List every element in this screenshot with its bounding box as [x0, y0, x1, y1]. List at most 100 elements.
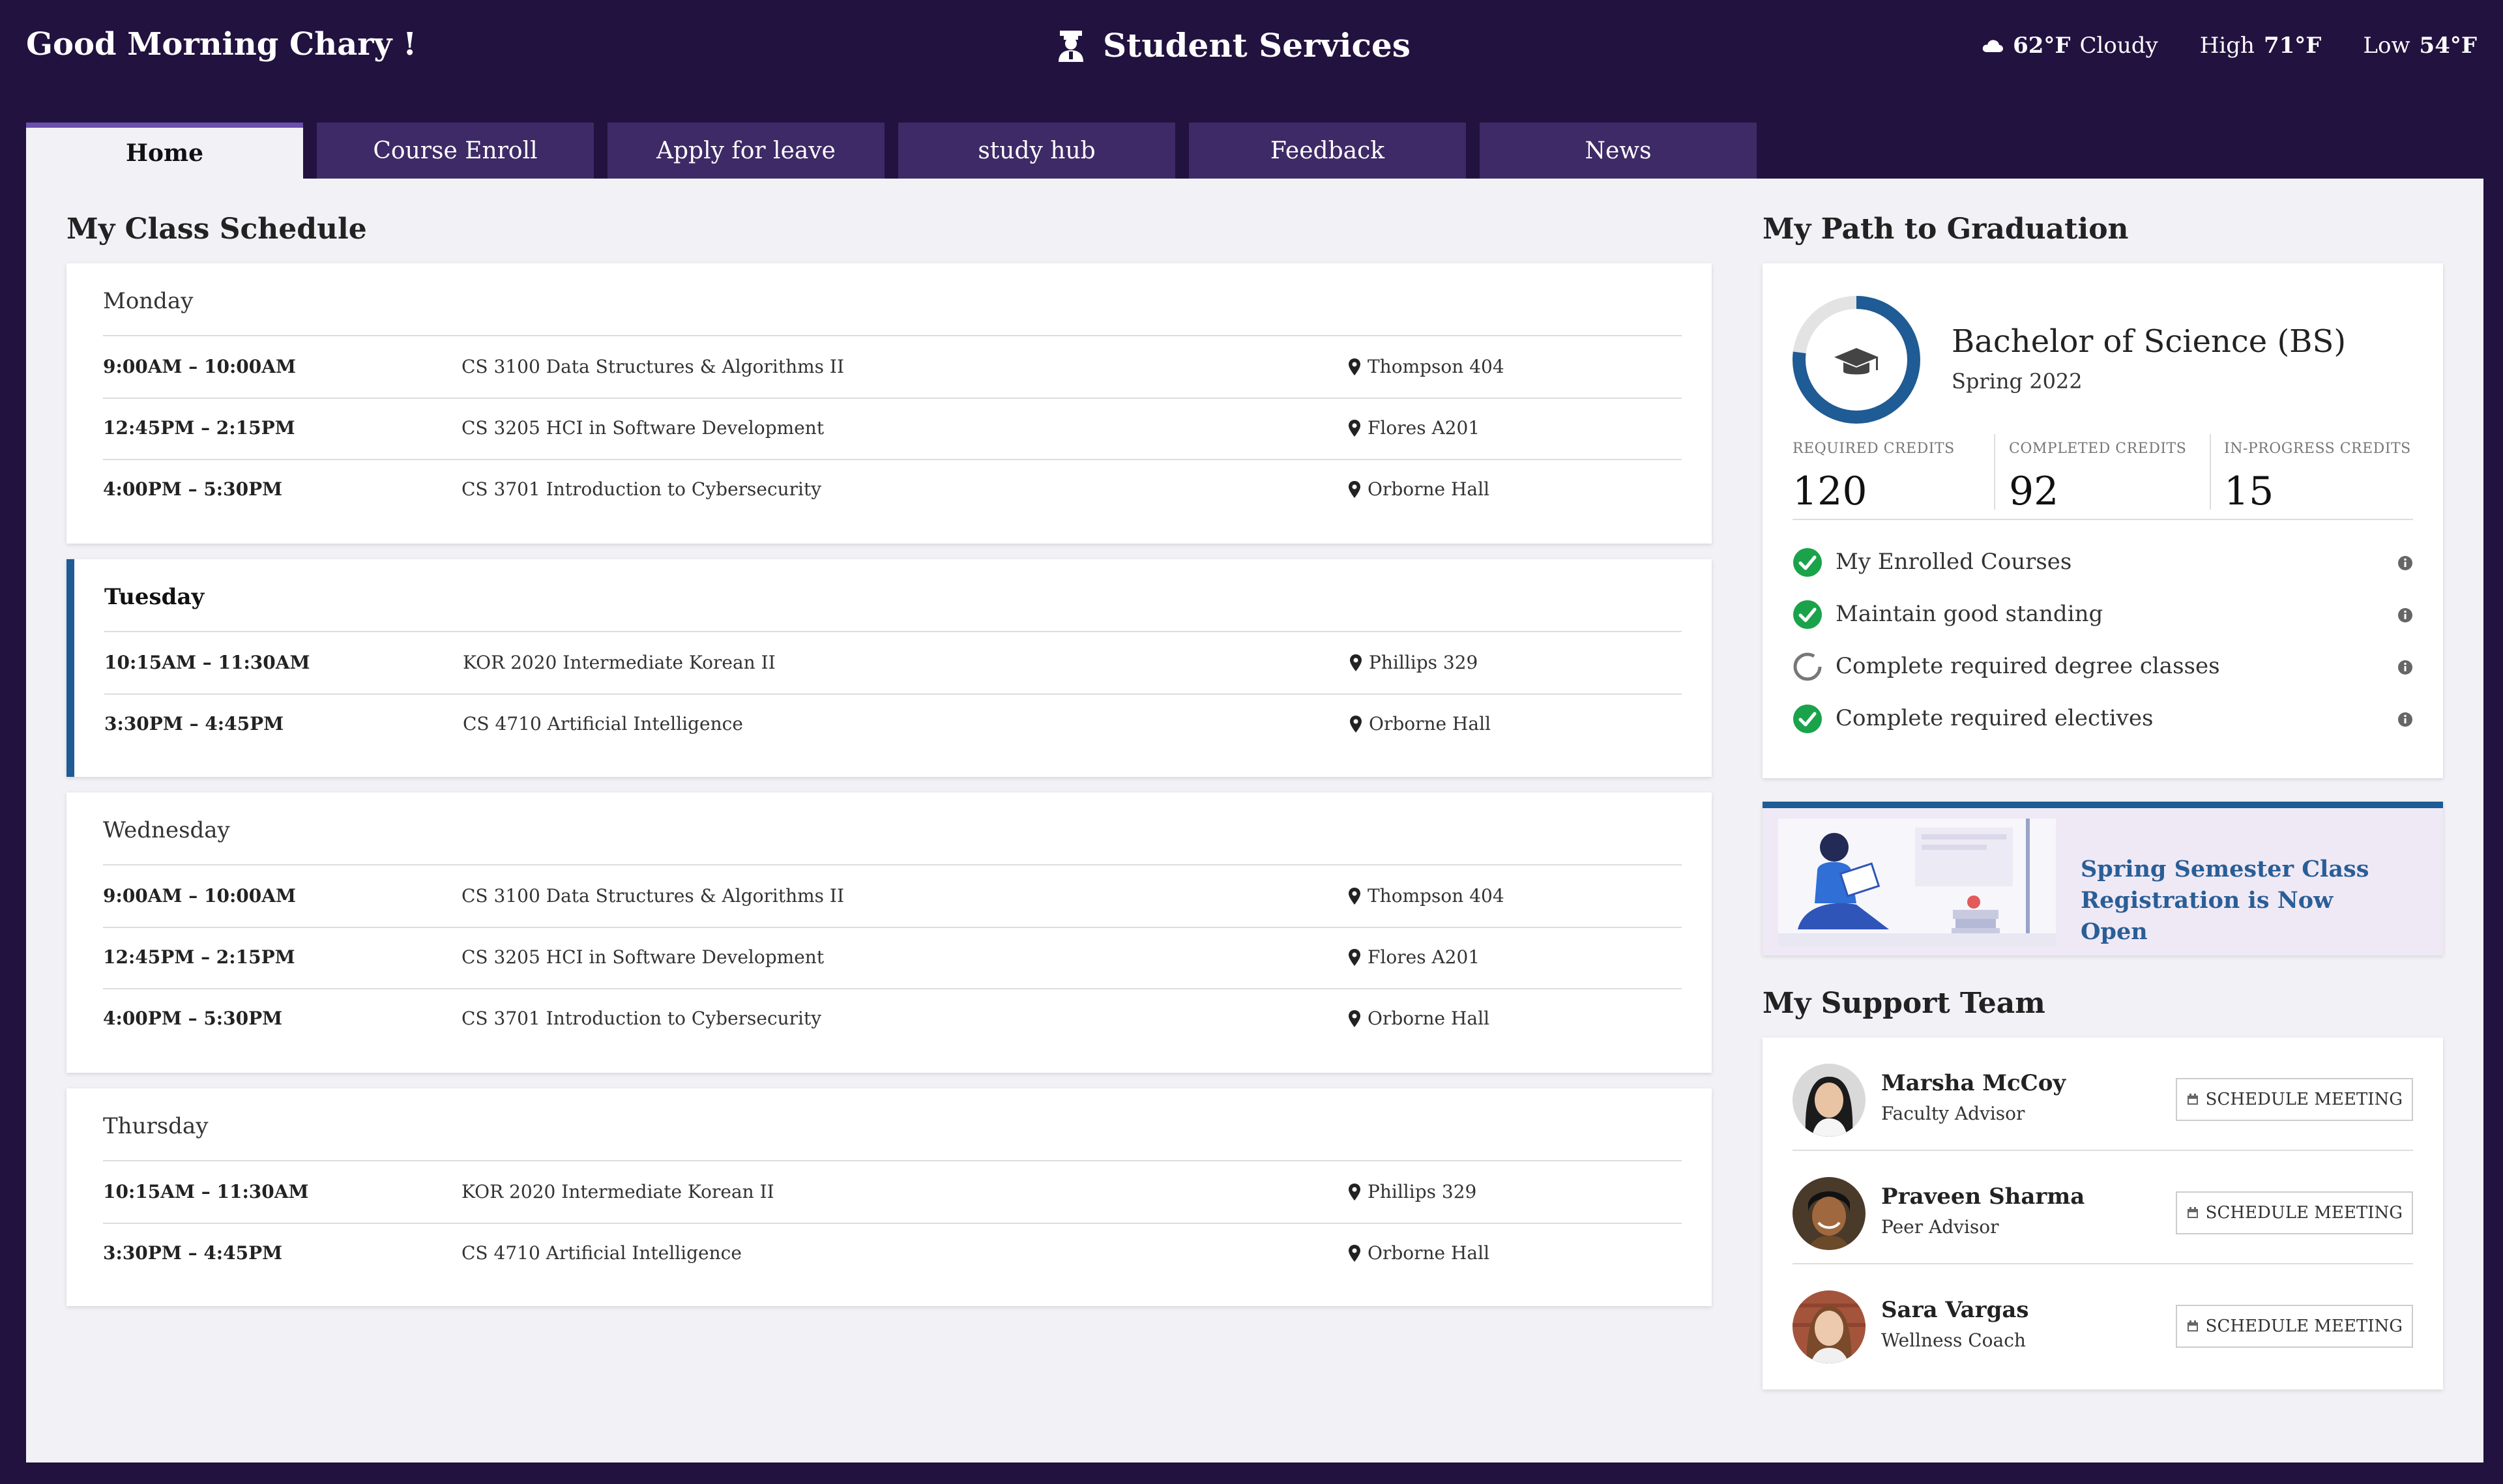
- class-time: 3:30PM – 4:45PM: [104, 713, 284, 735]
- avatar: [1793, 1064, 1866, 1137]
- support-team-card: Marsha McCoy Faculty Advisor SCHEDULE ME…: [1763, 1038, 2443, 1389]
- info-icon[interactable]: [2397, 607, 2413, 623]
- schedule-meeting-button[interactable]: SCHEDULE MEETING: [2175, 1078, 2413, 1121]
- credit-label: COMPLETED CREDITS: [2009, 441, 2187, 457]
- class-row[interactable]: 4:00PM – 5:30PM CS 3701 Introduction to …: [103, 988, 1682, 1049]
- check-circle-icon: [1793, 600, 1822, 629]
- location-pin-icon: [1349, 887, 1360, 905]
- class-course: CS 3100 Data Structures & Algorithms II: [461, 356, 845, 377]
- studying-illustration: [1778, 819, 2056, 946]
- class-row[interactable]: 10:15AM – 11:30AM KOR 2020 Intermediate …: [104, 632, 1682, 695]
- current-temp: 62°F: [2013, 33, 2071, 59]
- schedule-meeting-button[interactable]: SCHEDULE MEETING: [2175, 1305, 2413, 1348]
- day-name: Tuesday: [104, 584, 205, 610]
- degree-name: Bachelor of Science (BS): [1952, 323, 2347, 360]
- class-row[interactable]: 3:30PM – 4:45PM CS 4710 Artificial Intel…: [104, 693, 1682, 755]
- member-name: Sara Vargas: [1881, 1297, 2029, 1323]
- class-course: CS 3100 Data Structures & Algorithms II: [461, 885, 845, 907]
- info-icon[interactable]: [2397, 555, 2413, 571]
- class-room: Phillips 329: [1349, 652, 1478, 673]
- checklist-label: Complete required degree classes: [1836, 653, 2220, 679]
- tab-news[interactable]: News: [1480, 123, 1757, 179]
- info-icon[interactable]: [2397, 660, 2413, 675]
- class-time: 9:00AM – 10:00AM: [103, 885, 296, 907]
- graduation-title: My Path to Graduation: [1763, 212, 2129, 246]
- class-room: Flores A201: [1348, 417, 1480, 439]
- class-row[interactable]: 9:00AM – 10:00AM CS 3100 Data Structures…: [103, 866, 1682, 928]
- room-name: Orborne Hall: [1368, 1242, 1490, 1264]
- credit-value: 92: [2009, 469, 2059, 514]
- location-pin-icon: [1350, 715, 1362, 733]
- registration-promo-banner[interactable]: Spring Semester Class Registration is No…: [1763, 802, 2443, 955]
- class-time: 12:45PM – 2:15PM: [103, 946, 295, 968]
- member-name: Praveen Sharma: [1881, 1184, 2085, 1210]
- class-row[interactable]: 4:00PM – 5:30PM CS 3701 Introduction to …: [103, 459, 1682, 520]
- app-brand: Student Services: [1056, 26, 1411, 65]
- tab-feedback[interactable]: Feedback: [1189, 123, 1466, 179]
- room-name: Phillips 329: [1368, 1181, 1477, 1202]
- tab-apply-leave[interactable]: Apply for leave: [607, 123, 885, 179]
- schedule-meeting-button[interactable]: SCHEDULE MEETING: [2175, 1191, 2413, 1234]
- high-temp: 71°F: [2263, 33, 2322, 59]
- top-bar: Good Morning Chary ! Student Services 62…: [0, 0, 2503, 124]
- weather-condition: Cloudy: [2079, 33, 2158, 59]
- student-icon: [1059, 30, 1083, 62]
- avatar: [1793, 1177, 1866, 1250]
- class-course: KOR 2020 Intermediate Korean II: [463, 652, 776, 673]
- calendar-icon: [2187, 1320, 2198, 1331]
- day-name: Thursday: [103, 1113, 209, 1139]
- credit-value: 120: [1793, 469, 1867, 514]
- weather-widget: 62°F Cloudy High 71°F Low 54°F: [1982, 33, 2477, 59]
- calendar-icon: [2187, 1094, 2198, 1105]
- schedule-title: My Class Schedule: [66, 212, 367, 246]
- class-row[interactable]: 12:45PM – 2:15PM CS 3205 HCI in Software…: [103, 927, 1682, 989]
- required-credits: REQUIRED CREDITS 120: [1793, 441, 1955, 514]
- low-label: Low: [2363, 33, 2410, 59]
- member-role: Faculty Advisor: [1881, 1103, 2025, 1124]
- greeting: Good Morning Chary !: [26, 26, 417, 63]
- info-icon[interactable]: [2397, 712, 2413, 727]
- location-pin-icon: [1350, 654, 1362, 671]
- class-time: 4:00PM – 5:30PM: [103, 1008, 283, 1029]
- graduation-cap-icon: [1834, 348, 1879, 375]
- class-course: CS 3701 Introduction to Cybersecurity: [461, 478, 822, 500]
- tab-course-enroll[interactable]: Course Enroll: [317, 123, 594, 179]
- class-room: Thompson 404: [1348, 356, 1504, 377]
- location-pin-icon: [1349, 948, 1360, 966]
- pending-circle-icon: [1793, 652, 1822, 681]
- main-tabs: Home Course Enroll Apply for leave study…: [26, 123, 1770, 179]
- class-course: CS 3701 Introduction to Cybersecurity: [461, 1008, 822, 1029]
- avatar: [1793, 1290, 1866, 1363]
- class-room: Orborne Hall: [1348, 478, 1489, 500]
- checklist-item[interactable]: Complete required electives: [1793, 693, 2413, 746]
- support-title: My Support Team: [1763, 987, 2045, 1020]
- check-circle-icon: [1793, 705, 1822, 733]
- class-room: Thompson 404: [1348, 885, 1504, 907]
- class-time: 3:30PM – 4:45PM: [103, 1242, 283, 1264]
- progress-ring: [1793, 296, 1920, 424]
- low-temp: 54°F: [2419, 33, 2477, 59]
- check-circle-icon: [1793, 548, 1822, 577]
- degree-term: Spring 2022: [1952, 369, 2083, 394]
- class-row[interactable]: 9:00AM – 10:00AM CS 3100 Data Structures…: [103, 336, 1682, 399]
- member-role: Peer Advisor: [1881, 1216, 1999, 1238]
- team-member: Sara Vargas Wellness Coach SCHEDULE MEET…: [1793, 1264, 2413, 1376]
- checklist-item[interactable]: Maintain good standing: [1793, 589, 2413, 641]
- room-name: Orborne Hall: [1368, 1008, 1490, 1029]
- class-course: CS 4710 Artificial Intelligence: [461, 1242, 742, 1264]
- checklist-item[interactable]: My Enrolled Courses: [1793, 537, 2413, 589]
- day-card-wednesday: Wednesday 9:00AM – 10:00AM CS 3100 Data …: [66, 793, 1712, 1073]
- button-label: SCHEDULE MEETING: [2205, 1203, 2403, 1223]
- tab-study-hub[interactable]: study hub: [898, 123, 1175, 179]
- class-row[interactable]: 10:15AM – 11:30AM KOR 2020 Intermediate …: [103, 1161, 1682, 1224]
- class-row[interactable]: 3:30PM – 4:45PM CS 4710 Artificial Intel…: [103, 1223, 1682, 1284]
- team-member: Marsha McCoy Faculty Advisor SCHEDULE ME…: [1793, 1038, 2413, 1151]
- class-row[interactable]: 12:45PM – 2:15PM CS 3205 HCI in Software…: [103, 398, 1682, 460]
- class-time: 12:45PM – 2:15PM: [103, 417, 295, 439]
- tab-home[interactable]: Home: [26, 123, 303, 179]
- location-pin-icon: [1349, 1010, 1360, 1027]
- brand-title: Student Services: [1103, 26, 1411, 65]
- class-room: Flores A201: [1348, 946, 1480, 968]
- checklist-item[interactable]: Complete required degree classes: [1793, 641, 2413, 693]
- class-time: 10:15AM – 11:30AM: [104, 652, 310, 673]
